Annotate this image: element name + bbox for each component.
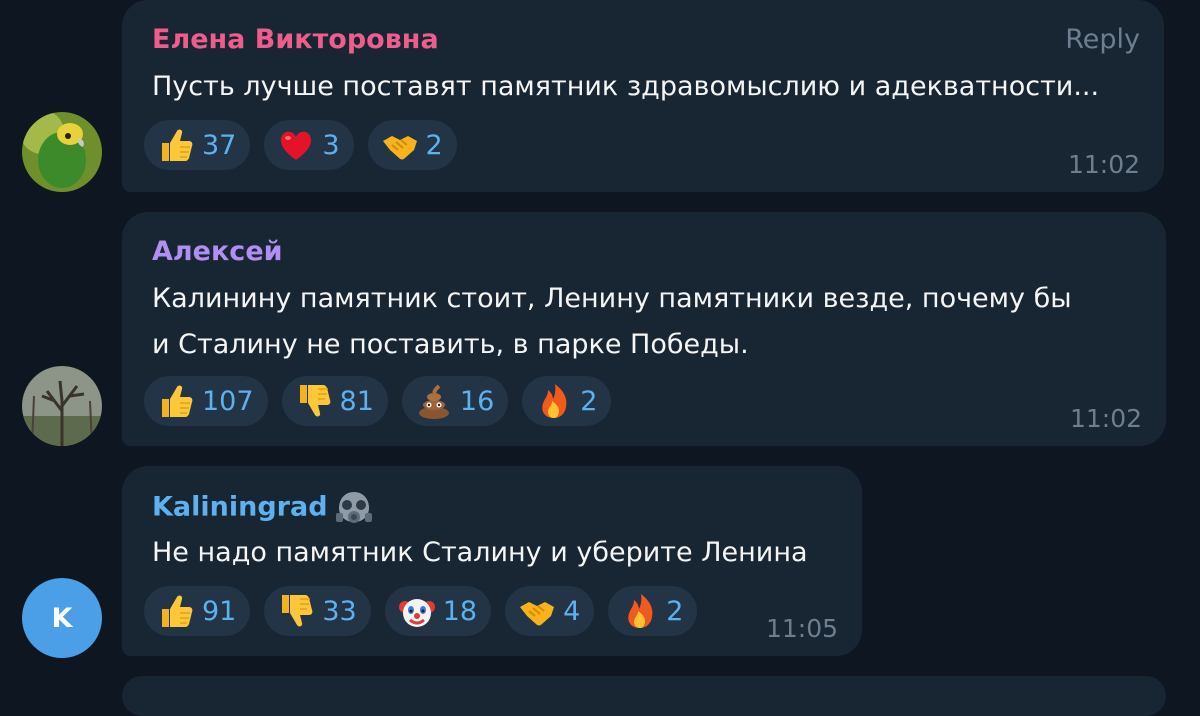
- reaction-fire[interactable]: 2: [608, 586, 698, 636]
- reaction-count: 2: [425, 129, 443, 161]
- parrot-avatar-icon: [22, 112, 102, 192]
- message-time: 11:05: [765, 614, 838, 643]
- thumbs-up-icon: [156, 381, 196, 421]
- reaction-handshake[interactable]: 2: [367, 120, 457, 170]
- reaction-count: 33: [322, 595, 357, 627]
- author-name[interactable]: Kaliningrad: [152, 488, 374, 528]
- gas-mask-icon: [334, 488, 374, 528]
- tree-avatar-icon: [22, 366, 102, 446]
- reactions-bar: 37 3 2: [144, 120, 457, 170]
- thumbs-down-icon: [294, 381, 334, 421]
- message-time: 11:02: [1067, 150, 1140, 179]
- reaction-count: 81: [339, 385, 374, 417]
- fire-icon: [534, 381, 574, 421]
- reaction-count: 2: [580, 385, 598, 417]
- reply-button[interactable]: Reply: [1065, 24, 1140, 55]
- reactions-bar: 91 33 18 4 2: [144, 586, 698, 636]
- handshake-icon: [517, 591, 557, 631]
- reaction-count: 91: [202, 595, 237, 627]
- message-text: Калинину памятник стоит, Ленину памятник…: [152, 283, 1072, 360]
- reaction-count: 37: [202, 129, 237, 161]
- message-time: 11:02: [1069, 404, 1142, 433]
- message-text: Не надо памятник Сталину и уберите Ленин…: [152, 537, 808, 568]
- reaction-count: 16: [459, 385, 495, 417]
- reaction-count: 3: [322, 129, 340, 161]
- message-bubble[interactable]: Елена Викторовна Reply Пусть лучше поста…: [122, 0, 1164, 192]
- clown-face-icon: [397, 591, 437, 631]
- reaction-count: 107: [202, 385, 254, 417]
- next-message-bubble[interactable]: [122, 676, 1166, 716]
- pile-of-poo-icon: [414, 381, 454, 421]
- message-bubble[interactable]: Алексей Калинину памятник стоит, Ленину …: [122, 212, 1166, 446]
- thumbs-down-icon: [276, 591, 316, 631]
- reaction-thumbs-down[interactable]: 81: [281, 376, 388, 426]
- message-bubble[interactable]: Kaliningrad Не надо памятник Сталину и у…: [122, 466, 862, 656]
- reaction-thumbs-up[interactable]: 37: [144, 120, 251, 170]
- author-name[interactable]: Алексей: [152, 236, 283, 267]
- user-avatar[interactable]: [22, 112, 102, 192]
- reaction-clown[interactable]: 18: [384, 586, 492, 636]
- reaction-thumbs-up[interactable]: 91: [144, 586, 251, 636]
- reaction-count: 18: [442, 595, 478, 627]
- avatar-letter: K: [51, 602, 73, 634]
- reaction-count: 2: [666, 595, 684, 627]
- author-name[interactable]: Елена Викторовна: [152, 24, 439, 55]
- reaction-heart[interactable]: 3: [264, 120, 354, 170]
- reaction-fire[interactable]: 2: [522, 376, 612, 426]
- thumbs-up-icon: [156, 125, 196, 165]
- handshake-icon: [380, 125, 420, 165]
- reaction-count: 4: [563, 595, 581, 627]
- reaction-thumbs-down[interactable]: 33: [264, 586, 371, 636]
- reaction-handshake[interactable]: 4: [505, 586, 595, 636]
- user-avatar[interactable]: K: [22, 578, 102, 658]
- reaction-thumbs-up[interactable]: 107: [144, 376, 268, 426]
- message-text: Пусть лучше поставят памятник здравомысл…: [152, 71, 1100, 102]
- reaction-poo[interactable]: 16: [401, 376, 509, 426]
- red-heart-icon: [276, 125, 316, 165]
- thumbs-up-icon: [156, 591, 196, 631]
- user-avatar[interactable]: [22, 366, 102, 446]
- reactions-bar: 107 81 16 2: [144, 376, 612, 426]
- fire-icon: [620, 591, 660, 631]
